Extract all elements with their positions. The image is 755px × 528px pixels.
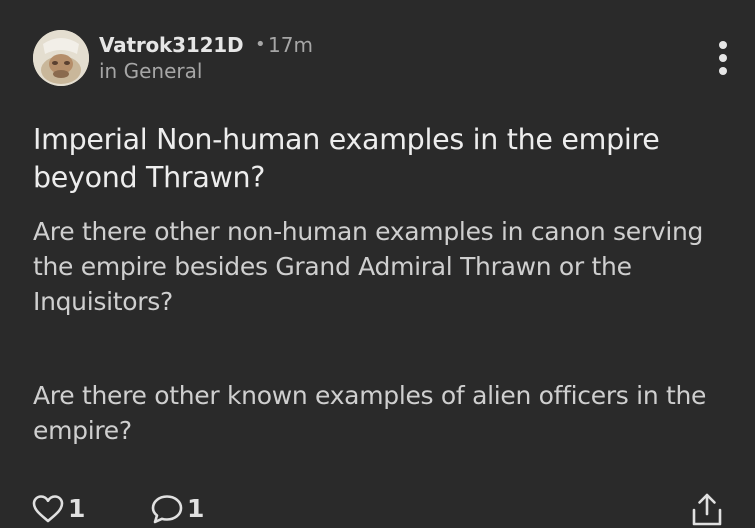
post-body-paragraph: Are there other non-human examples in ca…	[33, 217, 704, 316]
meta-separator: •	[255, 34, 266, 55]
post-body-paragraph: Are there other known examples of alien …	[33, 381, 707, 445]
author-name[interactable]: Vatrok3121D	[99, 33, 244, 57]
avatar-image	[33, 30, 89, 86]
like-count: 1	[68, 494, 86, 523]
avatar[interactable]	[33, 30, 89, 86]
share-icon	[692, 493, 722, 526]
more-vertical-icon	[719, 41, 727, 75]
share-button[interactable]	[690, 492, 724, 528]
like-button[interactable]: 1	[31, 490, 85, 528]
post-card: Vatrok3121D • 17m in General Imperial No…	[0, 0, 755, 528]
comment-button[interactable]: 1	[150, 490, 204, 528]
comment-count: 1	[187, 494, 205, 523]
more-options-button[interactable]	[706, 38, 740, 78]
heart-icon	[32, 495, 64, 523]
post-time: 17m	[268, 33, 313, 57]
comment-bubble-icon	[151, 495, 183, 524]
post-title[interactable]: Imperial Non-human examples in the empir…	[33, 121, 733, 197]
community-link[interactable]: in General	[99, 59, 202, 83]
